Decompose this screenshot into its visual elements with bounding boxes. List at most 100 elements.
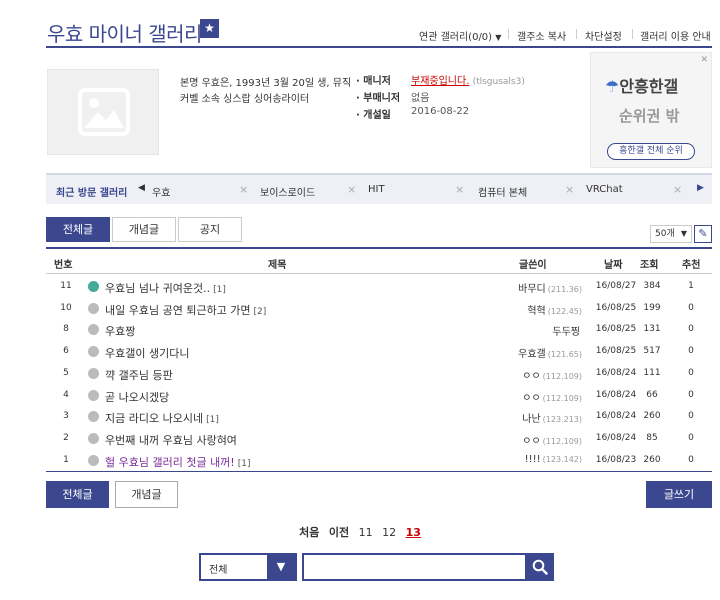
close-icon[interactable]: × — [455, 183, 464, 196]
table-row[interactable]: 4 곧 나오시겠당 ㅇㅇ (112.109) 16/08/24 66 0 — [46, 385, 712, 407]
search-input[interactable] — [302, 553, 527, 581]
table-row[interactable]: 5 꺅 갤주님 등판 ㅇㅇ (112.109) 16/08/24 111 0 — [46, 363, 712, 385]
triangle-right-icon[interactable]: ▶ — [697, 183, 704, 193]
table-row[interactable]: 1헐 우효님 갤러리 첫글 내꺼! [1]!!!! (123.142) 16/08/2… — [46, 450, 712, 472]
comment-count[interactable]: [1] — [213, 285, 226, 295]
post-number: 4 — [63, 389, 69, 400]
gallery-rank-ad[interactable]: ✕ ☂안흥한갤 순위권 밖 흥한갤 전체 순위 — [590, 52, 712, 168]
pencil-icon[interactable]: ✎ — [694, 225, 712, 243]
bookmark-star-icon[interactable]: ★ — [200, 19, 219, 38]
table-row[interactable]: 11 우효님 넘나 귀여운것.. [1] 바무디 (211.36) 16/08/27 384… — [46, 276, 712, 298]
prev-page-link[interactable]: 이전 — [329, 526, 349, 539]
post-writer[interactable]: ㅇㅇ (112.109) — [522, 432, 582, 447]
writer-ip: (211.36) — [547, 285, 582, 294]
full-ranking-button[interactable]: 흥한갤 전체 순위 — [607, 143, 695, 160]
post-title: 우효갤이 생기다니 — [105, 347, 190, 361]
post-title-link[interactable]: 우번째 내꺼 우효님 사랑혀여 — [105, 432, 240, 448]
writer-nickname: !!!! — [524, 453, 541, 465]
post-title-link[interactable]: 우효짱 — [105, 323, 138, 339]
first-page-link[interactable]: 처음 — [299, 526, 319, 539]
concept-posts-button[interactable]: 개념글 — [115, 481, 178, 508]
post-number: 3 — [63, 411, 69, 422]
recent-gallery-item[interactable]: 보이스로이드 — [260, 184, 315, 199]
gallery-guide-link[interactable]: 갤러리 이용 안내 — [640, 28, 711, 43]
tab-concept-posts[interactable]: 개념글 — [112, 217, 176, 242]
post-title-link[interactable]: 내일 우효님 공연 퇴근하고 가면 [2] — [105, 302, 266, 318]
close-icon[interactable]: ✕ — [700, 55, 708, 65]
recent-gallery-item[interactable]: VRChat — [586, 184, 623, 195]
post-writer[interactable]: 혁혁 (122.45) — [527, 302, 582, 317]
recent-gallery-item[interactable]: HIT — [368, 184, 385, 195]
table-row[interactable]: 3 지금 라디오 나오시네 [1] 나난 (123.213) 16/08/24 260 0 — [46, 406, 712, 428]
writer-nickname: 혁혁 — [527, 305, 546, 317]
post-writer[interactable]: 우효갤 (121.65) — [518, 345, 582, 360]
gallery-description-line1: 본명 우효은, 1993년 3월 20일 생, 뮤직 — [180, 78, 352, 89]
writer-ip: (112.109) — [542, 393, 582, 403]
column-header-views: 조회 — [640, 260, 659, 271]
post-title: 우번째 내꺼 우효님 사랑혀여 — [105, 433, 237, 447]
post-writer[interactable]: ㅇㅇ (112.109) — [522, 367, 582, 382]
search-button[interactable] — [526, 553, 554, 581]
post-views: 131 — [643, 324, 661, 335]
page-link[interactable]: 12 — [382, 526, 396, 539]
close-icon[interactable]: × — [347, 183, 356, 196]
post-title-link[interactable]: 지금 라디오 나오시네 [1] — [105, 410, 219, 426]
post-date: 16/08/25 — [595, 302, 637, 313]
post-views: 384 — [643, 281, 661, 291]
close-icon[interactable]: × — [239, 183, 248, 196]
post-title: 우효짱 — [105, 325, 136, 339]
recommended-post-icon — [88, 281, 99, 292]
column-header-number: 번호 — [54, 260, 73, 271]
post-writer[interactable]: 바무디 (211.36) — [518, 280, 582, 295]
table-row[interactable]: 8 우효짱 두두찡 16/08/25 131 0 — [46, 319, 712, 341]
block-settings-link[interactable]: 차단설정 — [585, 28, 622, 43]
post-writer[interactable]: ㅇㅇ (112.109) — [522, 389, 582, 404]
post-writer[interactable]: 나난 (123.213) — [522, 410, 582, 425]
all-posts-button[interactable]: 전체글 — [46, 481, 109, 508]
copy-gallery-address-link[interactable]: 갤주소 복사 — [517, 28, 566, 43]
post-number: 5 — [63, 367, 69, 378]
post-date: 16/08/23 — [595, 454, 637, 465]
table-top-border — [46, 247, 712, 249]
related-gallery-menu[interactable]: 연관 갤러리(0/0) ▼ — [419, 28, 501, 43]
per-page-select[interactable]: 50개 ▼ — [650, 225, 692, 243]
close-icon[interactable]: × — [673, 183, 682, 196]
post-title-link[interactable]: 헐 우효님 갤러리 첫글 내꺼! [1] — [105, 454, 250, 470]
table-row[interactable]: 6 우효갤이 생기다니 우효갤 (121.65) 16/08/25 517 0 — [46, 341, 712, 363]
speech-bubble-icon — [88, 324, 99, 336]
post-number: 10 — [60, 302, 72, 313]
post-title-link[interactable]: 우효갤이 생기다니 — [105, 345, 192, 361]
post-writer[interactable]: 두두찡 — [552, 323, 582, 338]
table-row[interactable]: 2 우번째 내꺼 우효님 사랑혀여 ㅇㅇ (112.109) 16/08/24 85 0 — [46, 428, 712, 450]
current-page[interactable]: 13 — [406, 526, 421, 539]
manager-value[interactable]: 부재중입니다. (tlsgusals3) — [411, 72, 525, 87]
writer-ip: (123.213) — [542, 415, 582, 425]
post-writer[interactable]: !!!! (123.142) — [525, 454, 582, 465]
comment-count[interactable]: [1] — [238, 459, 251, 469]
comment-count[interactable]: [1] — [206, 415, 219, 425]
comment-count[interactable]: [2] — [254, 307, 267, 317]
page-link[interactable]: 11 — [359, 526, 373, 539]
triangle-down-icon[interactable]: ▼ — [267, 555, 295, 579]
post-title-link[interactable]: 우효님 넘나 귀여운것.. [1] — [105, 280, 226, 296]
post-date: 16/08/24 — [595, 432, 637, 443]
post-views: 111 — [643, 367, 661, 378]
recent-gallery-item[interactable]: 컴퓨터 본체 — [478, 184, 527, 199]
gallery-thumbnail — [47, 69, 159, 155]
post-title-link[interactable]: 곧 나오시겠당 — [105, 389, 172, 405]
triangle-left-icon[interactable]: ◀ — [138, 183, 145, 193]
write-button[interactable]: 글쓰기 — [646, 481, 712, 508]
post-title-link[interactable]: 꺅 갤주님 등판 — [105, 367, 176, 383]
gallery-title[interactable]: 우효 마이너 갤러리 — [47, 18, 202, 47]
table-row[interactable]: 10 내일 우효님 공연 퇴근하고 가면 [2] 혁혁 (122.45) 16/08/25… — [46, 298, 712, 320]
recent-gallery-item[interactable]: 우효 — [152, 184, 170, 199]
column-header-title: 제목 — [268, 260, 287, 271]
tab-notices[interactable]: 공지 — [178, 217, 242, 242]
search-type-select[interactable]: 전체 ▼ — [199, 553, 297, 581]
column-header-recommend: 추천 — [682, 260, 701, 271]
post-date: 16/08/25 — [595, 346, 637, 357]
writer-nickname: 두두찡 — [552, 327, 580, 339]
tab-all-posts[interactable]: 전체글 — [46, 217, 110, 242]
menu-divider — [632, 29, 633, 39]
close-icon[interactable]: × — [565, 183, 574, 196]
